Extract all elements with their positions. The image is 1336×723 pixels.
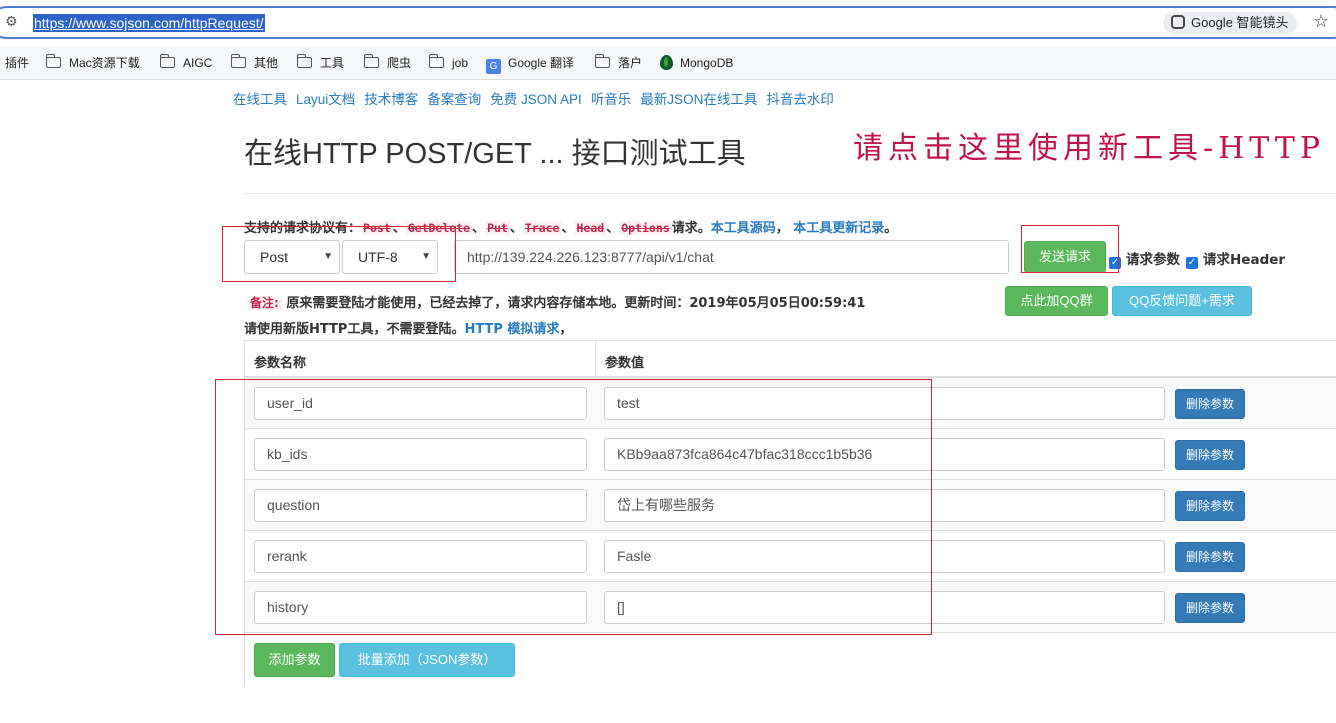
bulk-add-json-button[interactable]: 批量添加（JSON参数） <box>339 643 515 677</box>
http-simulate-link[interactable]: HTTP 模拟请求 <box>464 322 559 337</box>
lens-icon <box>1171 15 1185 29</box>
chevron-down-icon: ▼ <box>421 251 431 262</box>
protocol-getdelete: GetDelete <box>405 221 473 235</box>
param-name-input[interactable]: kb_ids <box>254 438 587 471</box>
mongodb-leaf-icon <box>660 55 673 70</box>
folder-icon <box>45 54 61 68</box>
folder-icon <box>594 54 610 68</box>
folder-icon <box>159 54 175 68</box>
param-name-input[interactable]: question <box>254 489 587 522</box>
table-header: 参数名称 参数值 <box>245 340 1336 379</box>
protocol-trace: Trace <box>522 221 562 235</box>
url-text[interactable]: https://www.sojson.com/httpRequest/ <box>33 14 265 32</box>
checkbox-checked-icon: ✓ <box>1109 257 1121 269</box>
param-name-input[interactable]: history <box>254 591 587 624</box>
param-value-input[interactable]: Fasle <box>604 540 1165 573</box>
nav-tech-blog[interactable]: 技术博客 <box>364 92 418 107</box>
protocol-post: Post <box>361 221 393 235</box>
google-lens-button[interactable]: Google 智能镜头 <box>1163 12 1297 34</box>
col-param-name: 参数名称 <box>254 356 307 371</box>
nav-music[interactable]: 听音乐 <box>591 92 632 107</box>
source-code-link[interactable]: 本工具源码 <box>711 221 776 236</box>
note-line: 备注: 原来需要登陆才能使用，已经去掉了，请求内容存储本地。更新时间：2019年… <box>247 292 865 311</box>
delete-param-button[interactable]: 删除参数 <box>1175 440 1245 470</box>
send-request-button[interactable]: 发送请求 <box>1024 241 1106 273</box>
table-row: rerank Fasle 删除参数 <box>245 531 1336 582</box>
param-value-input[interactable]: [] <box>604 591 1165 624</box>
bookmark-google-translate[interactable]: G Google 翻译 <box>486 55 574 74</box>
params-checkbox[interactable]: ✓ 请求参数 <box>1109 248 1180 269</box>
table-row: user_id test 删除参数 <box>245 378 1336 429</box>
params-table: 参数名称 参数值 user_id test 删除参数 kb_ids KBb9aa… <box>244 340 1336 686</box>
folder-icon <box>230 54 246 68</box>
param-name-input[interactable]: user_id <box>254 387 587 420</box>
nav-json-tool[interactable]: 最新JSON在线工具 <box>640 92 757 107</box>
delete-param-button[interactable]: 删除参数 <box>1175 389 1245 419</box>
top-nav: 在线工具 Layui文档 技术博客 备案查询 免费 JSON API 听音乐 最新JSON在… <box>233 88 843 107</box>
folder-icon <box>428 54 444 68</box>
table-row: question 岱上有哪些服务 删除参数 <box>245 480 1336 531</box>
site-settings-icon[interactable]: ⚙ <box>5 14 18 30</box>
bookmark-aigc[interactable]: AIGC <box>159 54 212 73</box>
bookmark-crawler[interactable]: 爬虫 <box>363 54 411 73</box>
bookmarks-bar: 插件 Mac资源下载 AIGC 其他 工具 爬虫 job G Google 翻译 … <box>0 46 1336 80</box>
folder-icon <box>363 54 379 68</box>
divider <box>244 193 1336 194</box>
nav-online-tools[interactable]: 在线工具 <box>233 92 287 107</box>
delete-param-button[interactable]: 删除参数 <box>1175 491 1245 521</box>
table-row: history [] 删除参数 <box>245 582 1336 633</box>
new-version-hint: 请使用新版HTTP工具，不需要登陆。HTTP 模拟请求， <box>244 322 573 337</box>
request-url-input[interactable] <box>454 240 1009 274</box>
new-tool-promo-link[interactable]: 请点击这里使用新工具-HTTP <box>853 123 1325 167</box>
google-translate-icon: G <box>486 59 501 74</box>
delete-param-button[interactable]: 删除参数 <box>1175 542 1245 572</box>
param-value-input[interactable]: KBb9aa873fca864c47bfac318ccc1b5b36 <box>604 438 1165 471</box>
delete-param-button[interactable]: 删除参数 <box>1175 593 1245 623</box>
param-value-input[interactable]: 岱上有哪些服务 <box>604 489 1165 522</box>
add-param-button[interactable]: 添加参数 <box>254 643 335 677</box>
method-select[interactable]: Post ▼ <box>244 240 340 274</box>
folder-icon <box>296 54 312 68</box>
bookmark-tools[interactable]: 工具 <box>296 54 344 73</box>
note-tag: 备注: <box>247 296 282 310</box>
charset-select[interactable]: UTF-8 ▼ <box>342 240 438 274</box>
protocol-head: Head <box>574 221 607 235</box>
col-param-value: 参数值 <box>605 356 645 371</box>
nav-douyin-watermark[interactable]: 抖音去水印 <box>766 92 834 107</box>
browser-address-bar-area: ⚙ https://www.sojson.com/httpRequest/ Go… <box>0 0 1336 46</box>
bookmark-plugins[interactable]: 插件 <box>5 55 29 73</box>
header-checkbox[interactable]: ✓ 请求Header <box>1186 248 1285 269</box>
bookmark-mac[interactable]: Mac资源下载 <box>45 54 140 73</box>
param-value-input[interactable]: test <box>604 387 1165 420</box>
checkbox-checked-icon: ✓ <box>1186 257 1198 269</box>
bookmark-mongodb[interactable]: MongoDB <box>660 55 733 73</box>
param-name-input[interactable]: rerank <box>254 540 587 573</box>
changelog-link[interactable]: 本工具更新记录 <box>793 221 884 236</box>
protocol-line: 支持的请求协议有： Post、 GetDelete、 Put、 Trace、 Head、 O… <box>244 221 898 236</box>
nav-free-json-api[interactable]: 免费 JSON API <box>490 92 582 107</box>
bookmark-job[interactable]: job <box>428 54 468 73</box>
lens-label: Google 智能镜头 <box>1191 15 1289 30</box>
bookmark-other[interactable]: 其他 <box>230 54 278 73</box>
nav-layui-docs[interactable]: Layui文档 <box>296 92 355 107</box>
nav-icp-lookup[interactable]: 备案查询 <box>427 92 481 107</box>
qq-feedback-button[interactable]: QQ反馈问题+需求 <box>1112 286 1252 316</box>
table-row: kb_ids KBb9aa873fca864c47bfac318ccc1b5b3… <box>245 429 1336 480</box>
bookmark-luohu[interactable]: 落户 <box>594 54 642 73</box>
bookmark-star-icon[interactable]: ☆ <box>1313 11 1329 32</box>
page-title: 在线HTTP POST/GET ... 接口测试工具 <box>244 138 746 170</box>
chevron-down-icon: ▼ <box>323 251 333 262</box>
divider <box>595 341 596 379</box>
join-qq-group-button[interactable]: 点此加QQ群 <box>1005 286 1108 316</box>
protocol-options: Options <box>619 221 672 235</box>
protocol-put: Put <box>485 221 510 235</box>
